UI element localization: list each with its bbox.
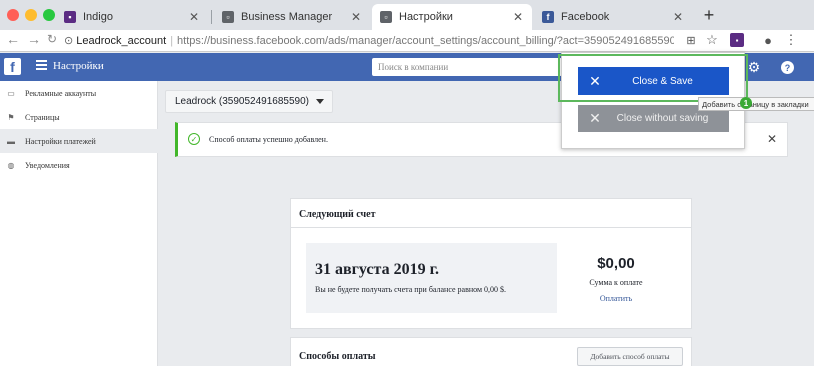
minimize-window-button[interactable] <box>25 9 37 21</box>
new-tab-button[interactable]: + <box>700 5 718 26</box>
close-icon[interactable]: ✕ <box>350 10 362 24</box>
facebook-logo-icon[interactable]: f <box>4 58 21 75</box>
step-number-badge: 1 <box>740 97 752 109</box>
pay-link[interactable]: Оплатить <box>561 294 671 303</box>
payment-methods-card: Способы оплаты Добавить способ оплаты <box>290 337 692 366</box>
address-url: https://business.facebook.com/ads/manage… <box>177 35 674 47</box>
address-host: Leadrock_account <box>76 35 167 47</box>
close-icon[interactable]: ✕ <box>767 132 777 146</box>
bookmark-star-icon[interactable]: ☆ <box>705 32 719 47</box>
sidebar-item-pages[interactable]: ⚑ Страницы <box>0 105 158 129</box>
account-icon[interactable]: ● <box>761 33 775 48</box>
sidebar-item-label: Уведомления <box>25 160 70 170</box>
close-icon: ✕ <box>589 110 601 126</box>
next-bill-header: Следующий счет <box>291 199 691 228</box>
sidebar-item-label: Рекламные аккаунты <box>25 88 97 98</box>
tab-indigo[interactable]: ▪ Indigo ✕ <box>56 4 208 30</box>
account-selector-label: Leadrock (359052491685590) <box>175 96 309 107</box>
account-selector[interactable]: Leadrock (359052491685590) <box>165 90 333 113</box>
amount-due: $0,00 <box>597 255 635 272</box>
bookmark-tooltip: Добавить страницу в закладки <box>698 97 814 111</box>
ad-accounts-icon: ▭ <box>7 88 15 98</box>
browser-toolbar: ← → ↻ ⊙ Leadrock_account | https://busines… <box>0 30 814 52</box>
highlight-box <box>558 54 748 102</box>
facebook-icon: f <box>542 11 554 23</box>
tab-divider <box>211 10 212 24</box>
tab-business-manager[interactable]: ▫ Business Manager ✕ <box>214 4 370 30</box>
tab-label: Facebook <box>561 11 610 23</box>
close-icon[interactable]: ✕ <box>512 10 524 24</box>
address-bar[interactable]: ⊙ Leadrock_account | https://business.face… <box>64 32 674 50</box>
amount-due-label: Сумма к оплате <box>589 278 643 287</box>
settings-sidebar: ▭ Рекламные аккаунты ⚑ Страницы ▬ Настро… <box>0 81 158 366</box>
sidebar-item-ad-accounts[interactable]: ▭ Рекламные аккаунты <box>0 81 158 105</box>
tab-label: Business Manager <box>241 11 333 23</box>
payment-methods-header: Способы оплаты <box>299 351 376 362</box>
translate-icon[interactable]: ⊞ <box>684 33 698 47</box>
next-bill-card: Следующий счет 31 августа 2019 г. Вы не … <box>290 198 692 329</box>
tab-settings[interactable]: ▫ Настройки ✕ <box>372 4 532 30</box>
bill-note: Вы не будете получать счета при балансе … <box>315 285 507 294</box>
sidebar-item-payment-settings[interactable]: ▬ Настройки платежей <box>0 129 158 153</box>
page-title: Настройки <box>53 60 104 72</box>
help-icon[interactable]: ? <box>781 61 794 74</box>
sidebar-item-label: Страницы <box>25 112 60 122</box>
close-icon[interactable]: ✕ <box>672 10 684 24</box>
close-without-saving-label: Close without saving <box>616 113 709 124</box>
extension-icon[interactable]: ▪ <box>730 33 744 47</box>
add-payment-method-button[interactable]: Добавить способ оплаты <box>577 347 683 366</box>
tab-facebook[interactable]: f Facebook ✕ <box>534 4 692 30</box>
maximize-window-button[interactable] <box>43 9 55 21</box>
globe-icon: ◍ <box>7 160 15 170</box>
back-icon[interactable]: ← <box>6 31 20 47</box>
flag-icon: ⚑ <box>7 112 15 122</box>
indigo-icon: ▪ <box>64 11 76 23</box>
chevron-down-icon <box>316 99 324 104</box>
company-search-input[interactable]: Поиск в компании <box>372 58 562 76</box>
settings-page-icon: ▫ <box>380 11 392 23</box>
card-icon: ▬ <box>7 136 15 146</box>
lock-icon: ⊙ <box>64 35 77 47</box>
tab-label: Настройки <box>399 11 453 23</box>
bill-date-box: 31 августа 2019 г. Вы не будете получать… <box>306 243 557 313</box>
notice-message: Способ оплаты успешно добавлен. <box>209 135 328 144</box>
sidebar-item-notifications[interactable]: ◍ Уведомления <box>0 153 158 177</box>
menu-icon[interactable]: ⋮ <box>784 32 798 47</box>
sidebar-item-label: Настройки платежей <box>25 136 96 146</box>
browser-tab-strip: ▪ Indigo ✕ ▫ Business Manager ✕ ▫ Настро… <box>0 0 814 30</box>
hamburger-menu-icon[interactable] <box>36 60 47 70</box>
forward-icon[interactable]: → <box>27 31 41 47</box>
close-window-button[interactable] <box>7 9 19 21</box>
checkmark-icon: ✓ <box>188 133 200 145</box>
business-manager-icon: ▫ <box>222 11 234 23</box>
reload-icon[interactable]: ↻ <box>47 32 57 46</box>
close-icon[interactable]: ✕ <box>188 10 200 24</box>
tab-label: Indigo <box>83 11 113 23</box>
bill-date: 31 августа 2019 г. <box>315 261 440 278</box>
